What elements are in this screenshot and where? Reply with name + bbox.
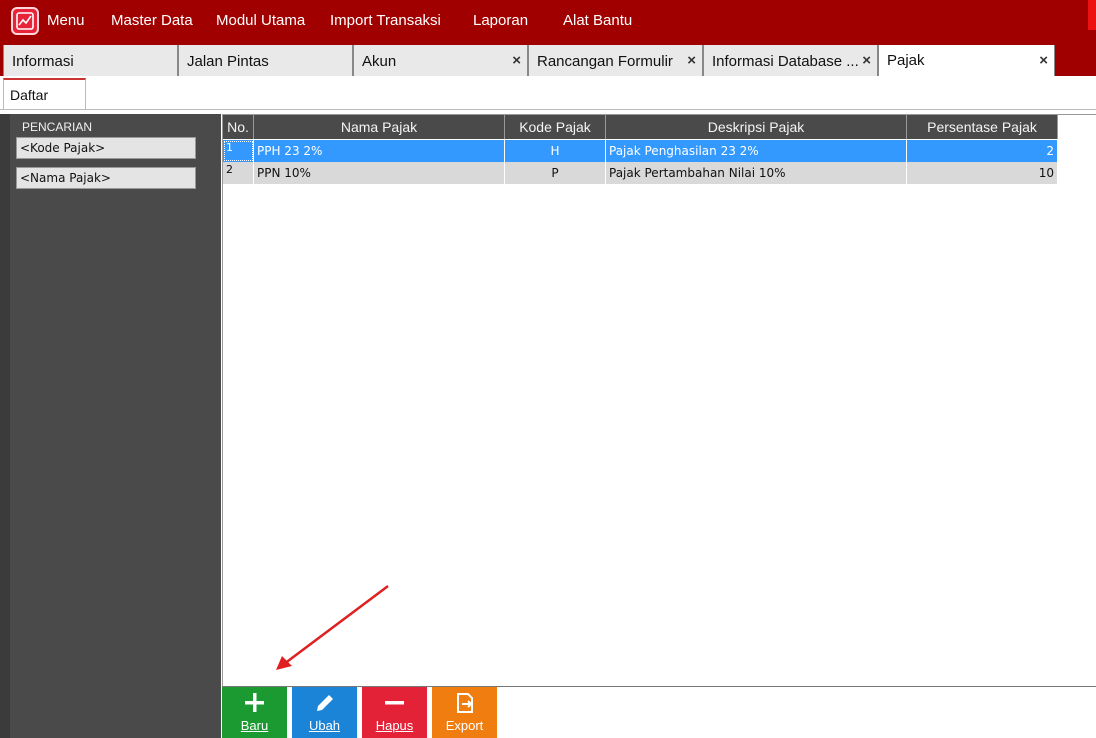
panel-margin [0, 114, 10, 738]
search-panel: PENCARIAN <Kode Pajak> <Nama Pajak> [0, 114, 221, 738]
add-button-label: Baru [240, 718, 269, 733]
document-tab-bar: Informasi Jalan Pintas Akun × Rancangan … [0, 43, 1096, 76]
menu-bar-edge [1088, 0, 1096, 30]
tab-label: Rancangan Formulir [537, 53, 673, 70]
column-header-kode-pajak[interactable]: Kode Pajak [505, 115, 606, 139]
cell-kode-pajak: H [505, 140, 606, 162]
menu-item-master-data[interactable]: Master Data [111, 12, 193, 29]
menu-item-menu[interactable]: Menu [47, 12, 85, 29]
tab-label: Akun [362, 53, 397, 70]
minus-icon [385, 701, 404, 705]
search-panel-title: PENCARIAN [22, 120, 93, 134]
sub-tab-strip: Daftar [0, 76, 1096, 110]
table-row[interactable]: 1 PPH 23 2% H Pajak Penghasilan 23 2% 2 [223, 140, 1058, 162]
table-row[interactable]: 2 PPN 10% P Pajak Pertambahan Nilai 10% … [223, 162, 1058, 184]
tab-jalan-pintas[interactable]: Jalan Pintas [178, 45, 353, 76]
tab-informasi-database[interactable]: Informasi Database ... × [703, 45, 878, 76]
edit-button-label: Ubah [308, 718, 341, 733]
tab-label: Jalan Pintas [187, 53, 269, 70]
tab-informasi[interactable]: Informasi [3, 45, 178, 76]
menu-item-alat-bantu[interactable]: Alat Bantu [563, 12, 632, 29]
delete-button[interactable]: Hapus [362, 687, 427, 738]
close-icon[interactable]: × [862, 52, 871, 69]
column-header-no[interactable]: No. [223, 115, 254, 139]
row-number: 1 [223, 140, 254, 162]
menu-item-modul-utama[interactable]: Modul Utama [216, 12, 305, 29]
column-header-nama-pajak[interactable]: Nama Pajak [254, 115, 505, 139]
close-icon[interactable]: × [512, 52, 521, 69]
tab-label: Informasi Database ... [712, 53, 859, 70]
column-header-persentase-pajak[interactable]: Persentase Pajak [907, 115, 1058, 139]
tab-label: Daftar [10, 87, 49, 103]
edit-button[interactable]: Ubah [292, 687, 357, 738]
export-button[interactable]: Export [432, 687, 497, 738]
annotation-arrow-icon [276, 585, 389, 670]
cell-deskripsi-pajak: Pajak Penghasilan 23 2% [606, 140, 907, 162]
action-toolbar: Baru Ubah Hapus Export [222, 686, 1096, 738]
cell-persentase-pajak: 10 [907, 162, 1058, 184]
chart-icon [16, 12, 34, 30]
cell-kode-pajak: P [505, 162, 606, 184]
tab-rancangan-formulir[interactable]: Rancangan Formulir × [528, 45, 703, 76]
tab-label: Pajak [887, 52, 925, 69]
add-button[interactable]: Baru [222, 687, 287, 738]
plus-icon [245, 693, 264, 712]
menu-bar: Menu Master Data Modul Utama Import Tran… [0, 0, 1096, 43]
kode-pajak-search-field[interactable]: <Kode Pajak> [16, 137, 196, 159]
cell-nama-pajak: PPN 10% [254, 162, 505, 184]
tab-daftar[interactable]: Daftar [3, 78, 86, 109]
delete-button-label: Hapus [375, 718, 414, 733]
export-icon [457, 693, 473, 713]
pencil-icon [317, 695, 333, 711]
menu-item-laporan[interactable]: Laporan [473, 12, 528, 29]
nama-pajak-search-field[interactable]: <Nama Pajak> [16, 167, 196, 189]
close-icon[interactable]: × [687, 52, 696, 69]
row-number: 2 [223, 162, 254, 184]
menu-item-import-transaksi[interactable]: Import Transaksi [330, 12, 441, 29]
tab-akun[interactable]: Akun × [353, 45, 528, 76]
cell-nama-pajak: PPH 23 2% [254, 140, 505, 162]
tab-label: Informasi [12, 53, 74, 70]
cell-persentase-pajak: 2 [907, 140, 1058, 162]
close-icon[interactable]: × [1039, 52, 1048, 69]
column-header-deskripsi-pajak[interactable]: Deskripsi Pajak [606, 115, 907, 139]
export-button-label: Export [445, 718, 484, 733]
app-logo-icon[interactable] [11, 7, 39, 35]
tab-pajak[interactable]: Pajak × [878, 45, 1055, 76]
cell-deskripsi-pajak: Pajak Pertambahan Nilai 10% [606, 162, 907, 184]
